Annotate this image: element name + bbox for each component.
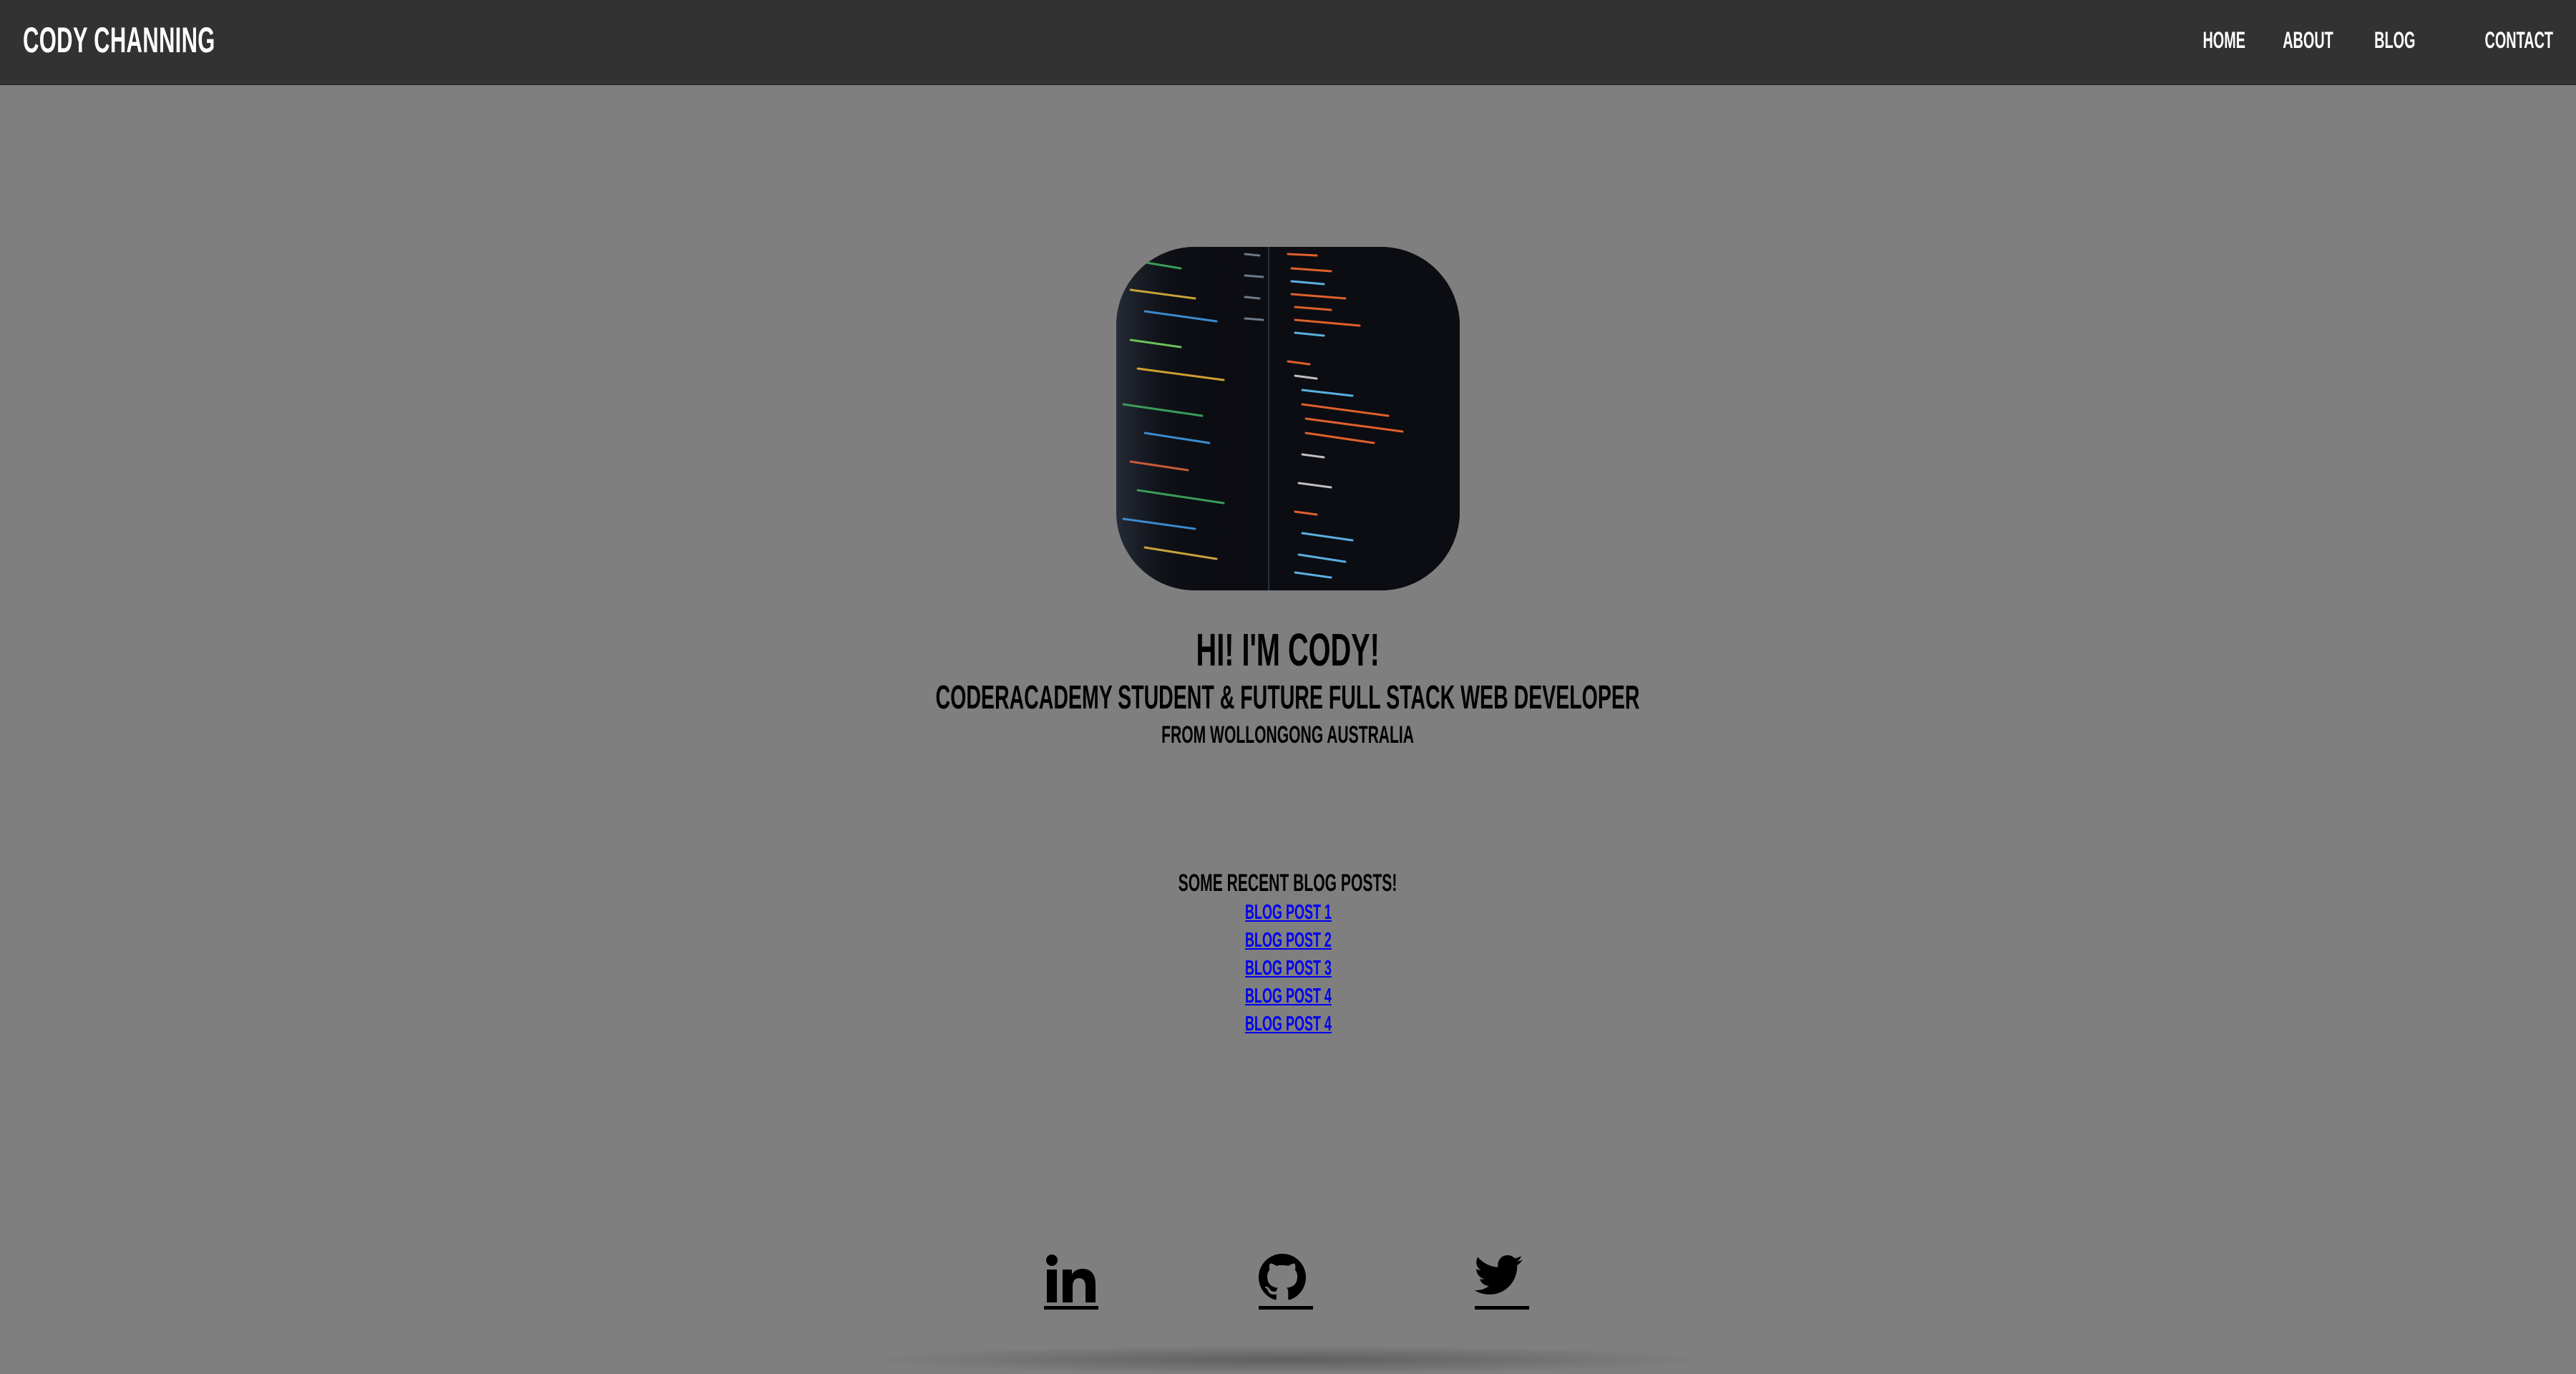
list-item: BLOG POST 3 [0, 955, 2576, 983]
brand-logo[interactable]: CODY CHANNING [23, 19, 333, 62]
list-item: BLOG POST 4 [0, 1010, 2576, 1038]
list-item: BLOG POST 1 [0, 899, 2576, 927]
blog-post-link-4[interactable]: BLOG POST 4 [1219, 985, 1358, 1008]
profile-image [1116, 247, 1460, 590]
footer-shadow [859, 1345, 1717, 1374]
blog-post-link-5[interactable]: BLOG POST 4 [1219, 1013, 1358, 1036]
blog-post-link-3[interactable]: BLOG POST 3 [1219, 957, 1358, 980]
linkedin-underline [1044, 1306, 1098, 1310]
list-item: BLOG POST 4 [0, 983, 2576, 1010]
list-item: BLOG POST 2 [0, 927, 2576, 955]
navbar: CODY CHANNING HOME ABOUT BLOG CONTACT [0, 0, 2576, 85]
linkedin-icon[interactable] [1044, 1254, 1098, 1310]
twitter-underline [1475, 1306, 1529, 1310]
github-underline [1259, 1306, 1313, 1310]
hero-location: FROM WOLLONGONG AUSTRALIA [1161, 721, 1415, 749]
hero-greeting: HI! I'M CODY! [1196, 624, 1380, 676]
nav-about[interactable]: ABOUT [2252, 21, 2333, 59]
nav-blog[interactable]: BLOG [2349, 21, 2415, 59]
blog-post-list: BLOG POST 1 BLOG POST 2 BLOG POST 3 BLOG… [0, 899, 2576, 1038]
github-icon[interactable] [1259, 1254, 1313, 1310]
hero-tagline: CODERACADEMY STUDENT & FUTURE FULL STACK… [936, 678, 1640, 716]
twitter-icon[interactable] [1475, 1254, 1529, 1310]
nav-contact[interactable]: CONTACT [2443, 21, 2553, 59]
blog-heading: SOME RECENT BLOG POSTS! [1179, 869, 1397, 897]
blog-post-link-1[interactable]: BLOG POST 1 [1219, 901, 1358, 924]
blog-post-link-2[interactable]: BLOG POST 2 [1219, 929, 1358, 952]
brand-name: CODY CHANNING [23, 20, 215, 60]
nav-home[interactable]: HOME [2177, 21, 2245, 59]
